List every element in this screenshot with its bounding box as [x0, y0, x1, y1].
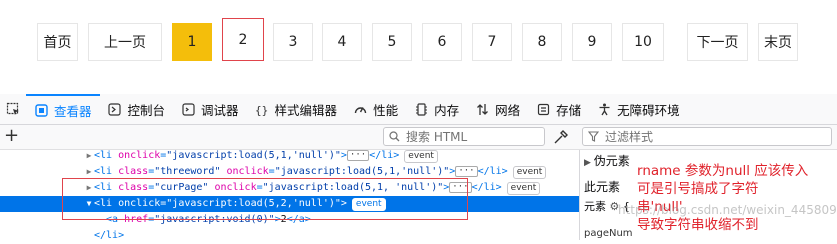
last-page-button[interactable]: 末页: [758, 23, 798, 61]
event-badge[interactable]: event: [404, 150, 438, 163]
inspector-icon: [34, 103, 48, 117]
tab-style-editor[interactable]: {} 样式编辑器: [247, 94, 346, 124]
page-3-button[interactable]: 3: [273, 23, 313, 61]
tab-debugger[interactable]: 调试器: [173, 94, 247, 124]
pagination-bar: 首页 上一页 1 2 3 4 5 6 7 8 9 10 下一页 末页: [0, 0, 837, 92]
element-picker-icon[interactable]: [0, 94, 26, 124]
event-badge[interactable]: event: [506, 182, 541, 195]
page-10-button[interactable]: 10: [622, 23, 664, 61]
page-6-button[interactable]: 6: [422, 23, 462, 61]
prev-page-button[interactable]: 上一页: [88, 23, 162, 61]
tab-label: 性能: [373, 102, 399, 118]
console-icon: [108, 102, 122, 116]
tab-network[interactable]: 网络: [467, 94, 528, 124]
html-search-input[interactable]: 搜索 HTML: [383, 127, 545, 146]
filter-icon: [588, 131, 599, 142]
tab-label: 存储: [556, 102, 582, 118]
page-4-button[interactable]: 4: [322, 23, 362, 61]
watermark: https://blog.csdn.net/weixin_44580977: [618, 203, 837, 217]
devtools-tabbar: 查看器 控制台 调试器 {} 样式编辑器 性能 内存 网络 存储 无障碍环境: [0, 94, 837, 125]
page-2-button[interactable]: 2: [222, 18, 264, 61]
tab-label: 无障碍环境: [617, 102, 680, 118]
tab-storage[interactable]: 存储: [528, 94, 589, 124]
storage-icon: [536, 102, 550, 116]
eyedropper-icon[interactable]: [552, 128, 570, 146]
tab-label: 控制台: [127, 102, 166, 118]
first-page-button[interactable]: 首页: [37, 23, 78, 61]
accessibility-icon: [597, 102, 611, 116]
tab-inspector[interactable]: 查看器: [26, 94, 100, 124]
tree-row[interactable]: ▶ <li onclick="javascript:load(5,1,'null'…: [0, 148, 579, 164]
tab-label: 调试器: [201, 102, 239, 118]
page-7-button[interactable]: 7: [472, 23, 512, 61]
tree-row[interactable]: </li>: [0, 228, 579, 244]
tab-label: 样式编辑器: [274, 102, 338, 118]
page-8-button[interactable]: 8: [522, 23, 562, 61]
highlight-box: [62, 178, 468, 220]
tab-console[interactable]: 控制台: [100, 94, 174, 124]
add-node-icon[interactable]: +: [4, 126, 19, 146]
expand-arrow-icon[interactable]: ▶: [84, 148, 94, 164]
rule-property: pageNum: [584, 228, 633, 239]
memory-icon: [414, 102, 428, 116]
network-icon: [475, 102, 489, 116]
page-1-button[interactable]: 1: [172, 23, 212, 61]
annotation-text: rname 参数为null 应该传入 可是引号搞成了字符 串'null' 导致字…: [637, 163, 809, 233]
tab-memory[interactable]: 内存: [406, 94, 467, 124]
style-editor-icon: {}: [255, 102, 269, 116]
debugger-icon: [181, 102, 195, 116]
performance-icon: [353, 102, 367, 116]
tab-label: 网络: [495, 102, 521, 118]
event-badge[interactable]: event: [512, 166, 547, 179]
collapsed-dots-icon[interactable]: ···: [455, 165, 478, 177]
page-9-button[interactable]: 9: [572, 23, 612, 61]
tab-accessibility[interactable]: 无障碍环境: [589, 94, 688, 124]
style-filter-input[interactable]: 过滤样式: [582, 127, 832, 146]
this-element-heading: 此元素: [584, 180, 621, 194]
tab-performance[interactable]: 性能: [345, 94, 406, 124]
next-page-button[interactable]: 下一页: [687, 23, 748, 61]
inspector-toolbar: + 搜索 HTML 过滤样式: [0, 125, 837, 150]
tab-label: 查看器: [54, 103, 92, 119]
page-5-button[interactable]: 5: [372, 23, 412, 61]
collapsed-dots-icon[interactable]: ···: [346, 149, 370, 161]
tab-label: 内存: [434, 102, 460, 118]
svg-text:{}: {}: [255, 104, 268, 116]
pseudo-elements-toggle[interactable]: ▶ 伪元素: [584, 152, 630, 169]
search-icon: [389, 131, 400, 142]
